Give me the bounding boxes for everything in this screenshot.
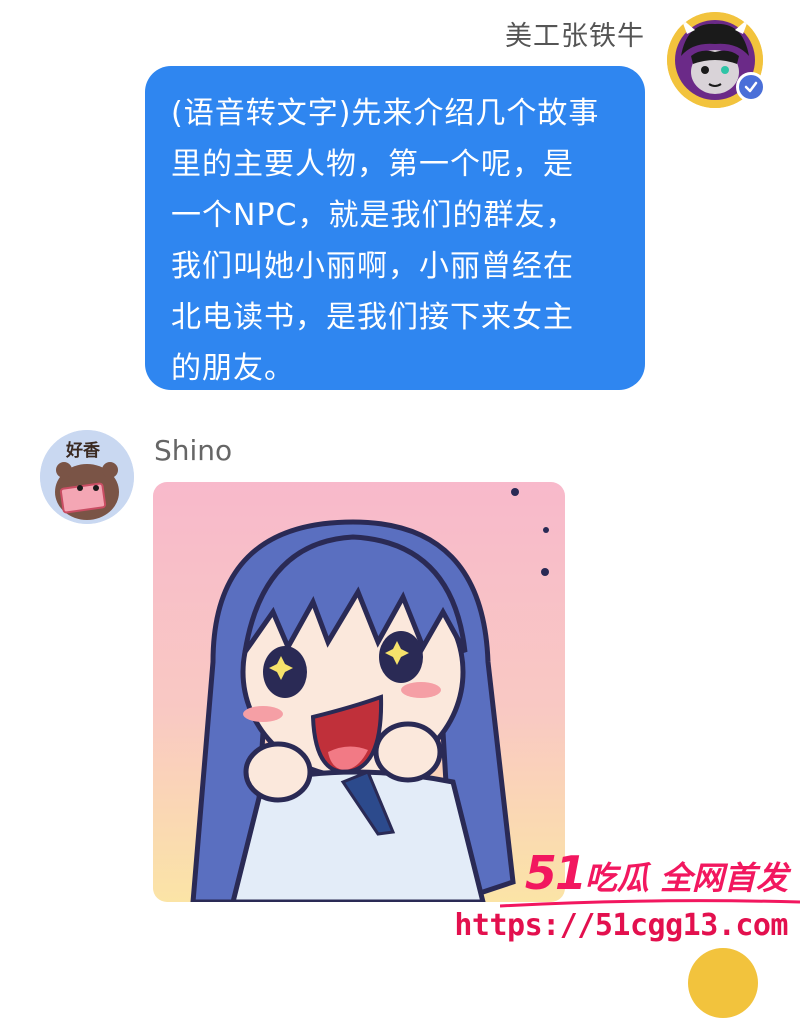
message-text: (语音转文字)先来介绍几个故事 里的主要人物，第一个呢，是 一个NPC，就是我们… (171, 96, 600, 386)
excited-anime-girl-sticker[interactable] (153, 482, 565, 902)
watermark-logo-text: 吃瓜 全网首发 (584, 859, 788, 897)
avatar-incoming[interactable]: 好香 (40, 430, 134, 524)
sender-name-incoming: Shino (154, 434, 233, 467)
watermark-swoosh-icon (500, 899, 800, 908)
watermark-logo-number: 51 (524, 846, 587, 900)
watermark: 51吃瓜 全网首发 https://51cgg13.com (454, 846, 800, 961)
avatar-caption: 好香 (66, 441, 100, 461)
watermark-logo: 51吃瓜 全网首发 (525, 846, 788, 900)
avatar-next-message[interactable] (688, 948, 758, 1018)
sender-name-outgoing: 美工张铁牛 (505, 21, 645, 52)
message-bubble-outgoing[interactable]: (语音转文字)先来介绍几个故事 里的主要人物，第一个呢，是 一个NPC，就是我们… (145, 66, 645, 390)
watermark-url: https://51cgg13.com (454, 908, 788, 943)
verified-check-icon (736, 72, 766, 102)
